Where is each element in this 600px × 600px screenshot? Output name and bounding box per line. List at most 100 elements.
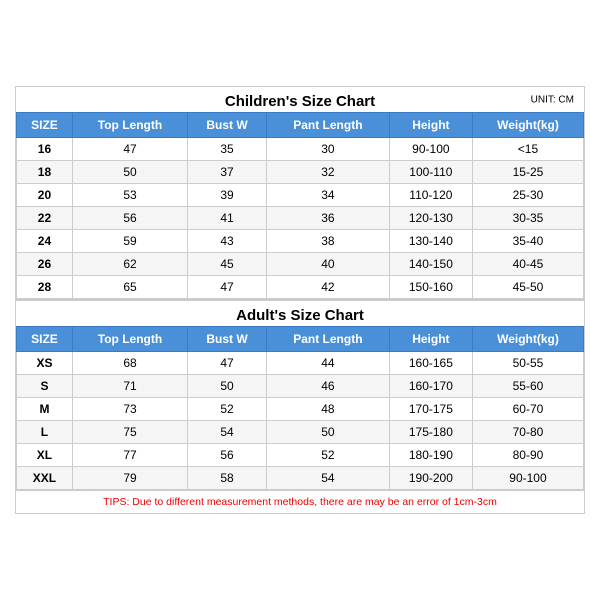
table-cell: 47	[72, 138, 187, 161]
size-chart: Children's Size Chart UNIT: CM SIZE Top …	[15, 86, 585, 514]
table-cell: 71	[72, 375, 187, 398]
table-row: L755450175-18070-80	[17, 421, 584, 444]
tips-text: TIPS: Due to different measurement metho…	[16, 490, 584, 513]
table-cell: 100-110	[389, 161, 472, 184]
table-cell: 47	[188, 276, 267, 299]
table-cell: 56	[72, 207, 187, 230]
adults-header-row: SIZE Top Length Bust W Pant Length Heigh…	[17, 327, 584, 352]
adults-col-weight: Weight(kg)	[472, 327, 583, 352]
table-cell: 50	[72, 161, 187, 184]
table-cell: XXL	[17, 467, 73, 490]
children-col-pantlength: Pant Length	[266, 113, 389, 138]
table-cell: 30	[266, 138, 389, 161]
table-cell: 65	[72, 276, 187, 299]
table-cell: 40-45	[472, 253, 583, 276]
table-cell: 18	[17, 161, 73, 184]
table-cell: 58	[188, 467, 267, 490]
table-cell: 90-100	[389, 138, 472, 161]
table-cell: 40	[266, 253, 389, 276]
table-cell: 80-90	[472, 444, 583, 467]
table-cell: 52	[266, 444, 389, 467]
table-cell: 45	[188, 253, 267, 276]
adults-tbody: XS684744160-16550-55S715046160-17055-60M…	[17, 352, 584, 490]
table-cell: 53	[72, 184, 187, 207]
table-cell: 52	[188, 398, 267, 421]
adults-col-pantlength: Pant Length	[266, 327, 389, 352]
table-cell: 35	[188, 138, 267, 161]
table-cell: 170-175	[389, 398, 472, 421]
table-cell: 32	[266, 161, 389, 184]
table-cell: 54	[188, 421, 267, 444]
children-table: SIZE Top Length Bust W Pant Length Heigh…	[16, 112, 584, 299]
table-cell: 175-180	[389, 421, 472, 444]
table-cell: 24	[17, 230, 73, 253]
table-cell: 22	[17, 207, 73, 230]
table-cell: 120-130	[389, 207, 472, 230]
table-cell: 47	[188, 352, 267, 375]
children-col-height: Height	[389, 113, 472, 138]
table-cell: 130-140	[389, 230, 472, 253]
table-cell: 73	[72, 398, 187, 421]
table-cell: 15-25	[472, 161, 583, 184]
table-cell: 70-80	[472, 421, 583, 444]
table-row: 22564136120-13030-35	[17, 207, 584, 230]
table-cell: 45-50	[472, 276, 583, 299]
table-cell: <15	[472, 138, 583, 161]
table-cell: 150-160	[389, 276, 472, 299]
table-cell: 46	[266, 375, 389, 398]
table-cell: 59	[72, 230, 187, 253]
table-row: 20533934110-12025-30	[17, 184, 584, 207]
table-cell: XS	[17, 352, 73, 375]
table-cell: 25-30	[472, 184, 583, 207]
table-cell: 50	[188, 375, 267, 398]
table-cell: 16	[17, 138, 73, 161]
table-cell: 20	[17, 184, 73, 207]
children-header-row: SIZE Top Length Bust W Pant Length Heigh…	[17, 113, 584, 138]
table-cell: 35-40	[472, 230, 583, 253]
table-cell: 180-190	[389, 444, 472, 467]
table-cell: 75	[72, 421, 187, 444]
table-cell: 26	[17, 253, 73, 276]
unit-label: UNIT: CM	[531, 94, 574, 105]
table-cell: 79	[72, 467, 187, 490]
children-title-text: Children's Size Chart	[225, 93, 375, 110]
table-cell: 160-170	[389, 375, 472, 398]
table-row: XS684744160-16550-55	[17, 352, 584, 375]
adults-table: SIZE Top Length Bust W Pant Length Heigh…	[16, 326, 584, 490]
table-cell: 36	[266, 207, 389, 230]
table-cell: 41	[188, 207, 267, 230]
table-cell: 56	[188, 444, 267, 467]
table-row: 24594338130-14035-40	[17, 230, 584, 253]
adults-col-bustw: Bust W	[188, 327, 267, 352]
table-cell: 42	[266, 276, 389, 299]
children-col-toplength: Top Length	[72, 113, 187, 138]
table-cell: 48	[266, 398, 389, 421]
table-cell: 140-150	[389, 253, 472, 276]
table-row: S715046160-17055-60	[17, 375, 584, 398]
table-row: XXL795854190-20090-100	[17, 467, 584, 490]
table-cell: 44	[266, 352, 389, 375]
table-row: M735248170-17560-70	[17, 398, 584, 421]
table-row: 1647353090-100<15	[17, 138, 584, 161]
table-cell: 55-60	[472, 375, 583, 398]
table-cell: S	[17, 375, 73, 398]
children-thead: SIZE Top Length Bust W Pant Length Heigh…	[17, 113, 584, 138]
adults-col-toplength: Top Length	[72, 327, 187, 352]
table-cell: XL	[17, 444, 73, 467]
table-row: 18503732100-11015-25	[17, 161, 584, 184]
table-cell: M	[17, 398, 73, 421]
table-cell: 68	[72, 352, 187, 375]
table-cell: 43	[188, 230, 267, 253]
table-cell: 50-55	[472, 352, 583, 375]
table-cell: 77	[72, 444, 187, 467]
adults-title: Adult's Size Chart	[16, 299, 584, 326]
table-cell: 90-100	[472, 467, 583, 490]
adults-col-height: Height	[389, 327, 472, 352]
adults-col-size: SIZE	[17, 327, 73, 352]
children-title: Children's Size Chart UNIT: CM	[16, 87, 584, 112]
table-row: XL775652180-19080-90	[17, 444, 584, 467]
table-cell: 34	[266, 184, 389, 207]
table-cell: 39	[188, 184, 267, 207]
children-col-bustw: Bust W	[188, 113, 267, 138]
table-cell: 28	[17, 276, 73, 299]
